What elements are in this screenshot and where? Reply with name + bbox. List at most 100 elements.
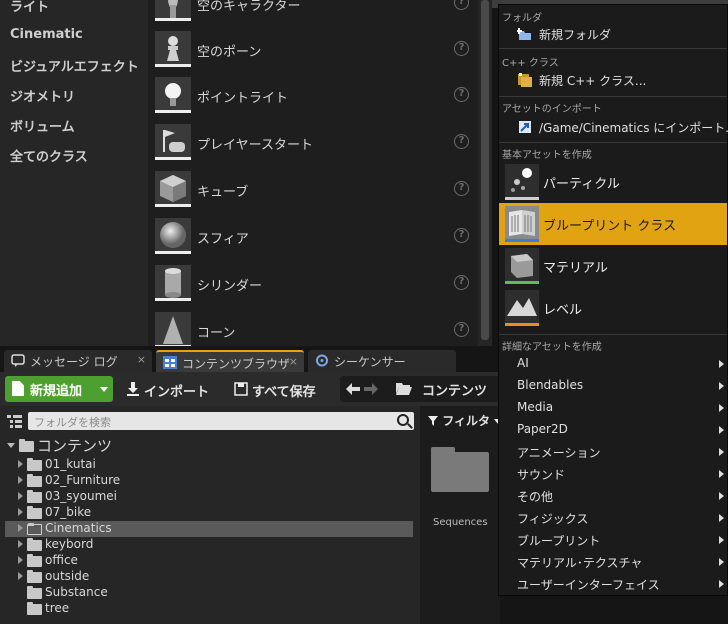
chevron-right-icon <box>719 492 724 500</box>
tab-sequencer[interactable]: シーケンサー <box>308 350 456 372</box>
collapsed-arrow-icon[interactable] <box>18 524 23 532</box>
close-icon[interactable]: × <box>289 355 298 368</box>
close-icon[interactable]: × <box>137 353 146 366</box>
help-icon[interactable]: ? <box>454 41 469 56</box>
category-volumes[interactable]: ボリューム <box>10 116 75 135</box>
tree-item-01-kutai[interactable]: 01_kutai <box>5 457 413 473</box>
cone-icon <box>155 312 191 346</box>
tree-item-outside[interactable]: outside <box>5 569 413 585</box>
message-log-icon <box>11 354 25 367</box>
menu-level[interactable]: レベル <box>499 287 727 329</box>
folder-icon <box>27 458 42 471</box>
new-folder-icon <box>517 28 531 40</box>
place-panel-scrollbar[interactable] <box>478 0 492 346</box>
category-light[interactable]: ライト <box>10 0 49 15</box>
sequencer-icon <box>316 354 328 367</box>
category-all-classes[interactable]: 全てのクラス <box>10 146 88 165</box>
menu-new-cpp-class[interactable]: 新規 C++ クラス... <box>499 69 727 91</box>
category-cinematic[interactable]: Cinematic <box>10 27 83 42</box>
chevron-right-icon <box>719 470 724 478</box>
submenu-physics[interactable]: フィジックス <box>499 507 727 529</box>
chevron-right-icon <box>719 404 724 412</box>
menu-blueprint-class[interactable]: ブループリント クラス <box>499 203 727 245</box>
tree-item-02-furniture[interactable]: 02_Furniture <box>5 473 413 489</box>
folder-open-icon <box>27 523 42 535</box>
actor-sphere[interactable]: スフィア ? <box>148 214 478 260</box>
folder-icon <box>27 586 42 599</box>
actor-empty-character[interactable]: 空のキャラクター ? <box>148 0 478 27</box>
actor-cone[interactable]: コーン ? <box>148 308 478 346</box>
collapsed-arrow-icon[interactable] <box>18 492 23 500</box>
help-icon[interactable]: ? <box>454 134 469 149</box>
category-geometry[interactable]: ジオメトリ <box>10 86 75 105</box>
help-icon[interactable]: ? <box>454 87 469 102</box>
chevron-right-icon <box>719 448 724 456</box>
collapsed-arrow-icon[interactable] <box>18 508 23 516</box>
actor-cylinder[interactable]: シリンダー ? <box>148 261 478 307</box>
folder-icon <box>27 490 42 503</box>
import-icon <box>519 121 531 133</box>
tab-content-browser[interactable]: コンテンツブラウザ × <box>156 350 304 372</box>
actor-empty-pawn[interactable]: 空のポーン ? <box>148 27 478 73</box>
submenu-miscellaneous[interactable]: その他 <box>499 485 727 507</box>
help-icon[interactable]: ? <box>454 275 469 290</box>
submenu-blendables[interactable]: Blendables <box>499 375 727 397</box>
save-all-button[interactable]: すべて保存 <box>232 378 332 400</box>
place-actors-panel: ライト Cinematic ビジュアルエフェクト ジオメトリ ボリューム 全ての… <box>0 0 492 346</box>
help-icon[interactable]: ? <box>454 0 469 10</box>
forward-arrow-icon[interactable] <box>364 382 378 396</box>
add-new-button[interactable]: 新規追加 <box>5 376 113 402</box>
actor-point-light[interactable]: ポイントライト ? <box>148 73 478 119</box>
expanded-arrow-icon[interactable] <box>7 443 15 448</box>
blueprint-icon <box>505 206 539 242</box>
section-import: アセットのインポート <box>502 104 602 115</box>
filter-button[interactable]: フィルタ <box>428 412 503 429</box>
import-button[interactable]: インポート <box>124 378 224 400</box>
tree-item-office[interactable]: office <box>5 553 413 569</box>
submenu-ai[interactable]: AI <box>499 353 727 375</box>
submenu-media[interactable]: Media <box>499 397 727 419</box>
chevron-right-icon <box>719 558 724 566</box>
folder-icon <box>27 602 42 615</box>
help-icon[interactable]: ? <box>454 322 469 337</box>
tree-item-tree[interactable]: tree <box>5 601 413 617</box>
collapsed-arrow-icon[interactable] <box>18 556 23 564</box>
point-light-icon <box>155 77 191 113</box>
collapsed-arrow-icon[interactable] <box>18 572 23 580</box>
submenu-materials-textures[interactable]: マテリアル･テクスチャ <box>499 551 727 573</box>
tree-item-keybord[interactable]: keybord <box>5 537 413 553</box>
actor-cube[interactable]: キューブ ? <box>148 167 478 213</box>
submenu-user-interface[interactable]: ユーザーインターフェイス <box>499 573 727 595</box>
tree-item-substance[interactable]: Substance <box>5 585 413 601</box>
collapsed-arrow-icon[interactable] <box>18 460 23 468</box>
bottom-tab-bar: メッセージ ログ × コンテンツブラウザ × シーケンサー <box>0 346 500 372</box>
folder-open-icon <box>396 383 412 395</box>
tree-item-cinematics[interactable]: Cinematics <box>5 521 413 537</box>
submenu-paper2d[interactable]: Paper2D <box>499 419 727 441</box>
tab-message-log[interactable]: メッセージ ログ × <box>4 350 152 372</box>
collapsed-arrow-icon[interactable] <box>18 476 23 484</box>
menu-material[interactable]: マテリアル <box>499 245 727 287</box>
menu-import-to[interactable]: /Game/Cinematics にインポート... <box>499 116 728 138</box>
help-icon[interactable]: ? <box>454 181 469 196</box>
submenu-animation[interactable]: アニメーション <box>499 441 727 463</box>
help-icon[interactable]: ? <box>454 228 469 243</box>
actor-player-start[interactable]: プレイヤースタート ? <box>148 120 478 166</box>
submenu-sound[interactable]: サウンド <box>499 463 727 485</box>
collapsed-arrow-icon[interactable] <box>18 540 23 548</box>
tree-item-07-bike[interactable]: 07_bike <box>5 505 413 521</box>
menu-new-folder[interactable]: 新規フォルダ <box>499 23 727 45</box>
menu-particle[interactable]: パーティクル <box>499 161 727 203</box>
folder-icon <box>19 439 34 452</box>
tree-item-03-syoumei[interactable]: 03_syoumei <box>5 489 413 505</box>
chevron-right-icon <box>719 514 724 522</box>
category-visual-effects[interactable]: ビジュアルエフェクト <box>10 56 139 75</box>
folder-icon[interactable] <box>431 447 489 492</box>
folder-search-input[interactable]: フォルダを検索 <box>28 412 414 430</box>
sources-panel-icon[interactable] <box>7 415 22 428</box>
back-arrow-icon[interactable] <box>346 382 360 396</box>
content-browser-toolbar: 新規追加 インポート すべて保存 コンテンツ <box>0 372 500 406</box>
breadcrumb-root[interactable]: コンテンツ <box>422 380 487 399</box>
submenu-blueprints[interactable]: ブループリント <box>499 529 727 551</box>
tree-item-content[interactable]: コンテンツ <box>5 437 413 455</box>
